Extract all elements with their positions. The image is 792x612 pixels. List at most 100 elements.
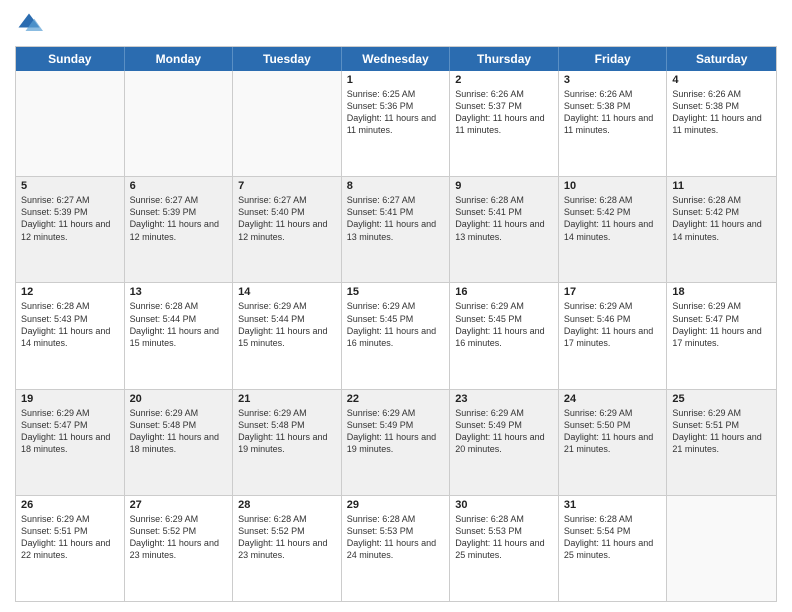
calendar-header-cell: Monday bbox=[125, 47, 234, 71]
cell-day-number: 27 bbox=[130, 499, 228, 511]
cell-info: Sunrise: 6:27 AM Sunset: 5:39 PM Dayligh… bbox=[21, 194, 119, 243]
calendar-cell bbox=[125, 71, 234, 176]
calendar-cell: 15 Sunrise: 6:29 AM Sunset: 5:45 PM Dayli… bbox=[342, 283, 451, 388]
calendar-header-cell: Thursday bbox=[450, 47, 559, 71]
cell-info: Sunrise: 6:29 AM Sunset: 5:48 PM Dayligh… bbox=[130, 407, 228, 456]
cell-day-number: 13 bbox=[130, 286, 228, 298]
cell-day-number: 10 bbox=[564, 180, 662, 192]
cell-day-number: 14 bbox=[238, 286, 336, 298]
cell-info: Sunrise: 6:27 AM Sunset: 5:41 PM Dayligh… bbox=[347, 194, 445, 243]
calendar-cell: 19 Sunrise: 6:29 AM Sunset: 5:47 PM Dayli… bbox=[16, 390, 125, 495]
calendar-cell: 3Sunrise: 6:26 AM Sunset: 5:38 PM Daylig… bbox=[559, 71, 668, 176]
cell-day-number: 28 bbox=[238, 499, 336, 511]
calendar-cell: 17 Sunrise: 6:29 AM Sunset: 5:46 PM Dayli… bbox=[559, 283, 668, 388]
cell-day-number: 25 bbox=[672, 393, 771, 405]
calendar-header-cell: Sunday bbox=[16, 47, 125, 71]
cell-day-number: 4 bbox=[672, 74, 771, 86]
cell-info: Sunrise: 6:28 AM Sunset: 5:52 PM Dayligh… bbox=[238, 513, 336, 562]
cell-info: Sunrise: 6:27 AM Sunset: 5:40 PM Dayligh… bbox=[238, 194, 336, 243]
cell-info: Sunrise: 6:29 AM Sunset: 5:52 PM Dayligh… bbox=[130, 513, 228, 562]
calendar-row: 26 Sunrise: 6:29 AM Sunset: 5:51 PM Dayli… bbox=[16, 495, 776, 601]
cell-info: Sunrise: 6:28 AM Sunset: 5:43 PM Dayligh… bbox=[21, 300, 119, 349]
cell-day-number: 15 bbox=[347, 286, 445, 298]
calendar-cell: 18Sunrise: 6:29 AM Sunset: 5:47 PM Dayli… bbox=[667, 283, 776, 388]
cell-day-number: 6 bbox=[130, 180, 228, 192]
cell-day-number: 31 bbox=[564, 499, 662, 511]
logo-icon bbox=[15, 10, 43, 38]
cell-day-number: 8 bbox=[347, 180, 445, 192]
cell-day-number: 5 bbox=[21, 180, 119, 192]
calendar-cell: 26 Sunrise: 6:29 AM Sunset: 5:51 PM Dayli… bbox=[16, 496, 125, 601]
cell-day-number: 1 bbox=[347, 74, 445, 86]
calendar-row: 12 Sunrise: 6:28 AM Sunset: 5:43 PM Dayli… bbox=[16, 282, 776, 388]
cell-day-number: 17 bbox=[564, 286, 662, 298]
cell-info: Sunrise: 6:26 AM Sunset: 5:37 PM Dayligh… bbox=[455, 88, 553, 137]
cell-info: Sunrise: 6:29 AM Sunset: 5:49 PM Dayligh… bbox=[347, 407, 445, 456]
cell-day-number: 26 bbox=[21, 499, 119, 511]
calendar-cell: 31 Sunrise: 6:28 AM Sunset: 5:54 PM Dayli… bbox=[559, 496, 668, 601]
calendar-cell: 13Sunrise: 6:28 AM Sunset: 5:44 PM Dayli… bbox=[125, 283, 234, 388]
calendar-cell: 24Sunrise: 6:29 AM Sunset: 5:50 PM Dayli… bbox=[559, 390, 668, 495]
calendar-cell: 1 Sunrise: 6:25 AM Sunset: 5:36 PM Daylig… bbox=[342, 71, 451, 176]
calendar-cell: 30 Sunrise: 6:28 AM Sunset: 5:53 PM Dayli… bbox=[450, 496, 559, 601]
cell-info: Sunrise: 6:29 AM Sunset: 5:49 PM Dayligh… bbox=[455, 407, 553, 456]
logo bbox=[15, 10, 47, 38]
cell-day-number: 23 bbox=[455, 393, 553, 405]
cell-info: Sunrise: 6:28 AM Sunset: 5:42 PM Dayligh… bbox=[672, 194, 771, 243]
calendar-cell: 21Sunrise: 6:29 AM Sunset: 5:48 PM Dayli… bbox=[233, 390, 342, 495]
cell-info: Sunrise: 6:28 AM Sunset: 5:53 PM Dayligh… bbox=[455, 513, 553, 562]
cell-day-number: 20 bbox=[130, 393, 228, 405]
cell-info: Sunrise: 6:26 AM Sunset: 5:38 PM Dayligh… bbox=[672, 88, 771, 137]
calendar-cell: 8 Sunrise: 6:27 AM Sunset: 5:41 PM Daylig… bbox=[342, 177, 451, 282]
cell-info: Sunrise: 6:29 AM Sunset: 5:44 PM Dayligh… bbox=[238, 300, 336, 349]
calendar-cell: 9 Sunrise: 6:28 AM Sunset: 5:41 PM Daylig… bbox=[450, 177, 559, 282]
calendar-cell: 29 Sunrise: 6:28 AM Sunset: 5:53 PM Dayli… bbox=[342, 496, 451, 601]
cell-info: Sunrise: 6:28 AM Sunset: 5:41 PM Dayligh… bbox=[455, 194, 553, 243]
cell-info: Sunrise: 6:28 AM Sunset: 5:54 PM Dayligh… bbox=[564, 513, 662, 562]
calendar-cell bbox=[233, 71, 342, 176]
cell-info: Sunrise: 6:29 AM Sunset: 5:46 PM Dayligh… bbox=[564, 300, 662, 349]
calendar-header-cell: Saturday bbox=[667, 47, 776, 71]
calendar-cell: 20 Sunrise: 6:29 AM Sunset: 5:48 PM Dayli… bbox=[125, 390, 234, 495]
cell-day-number: 9 bbox=[455, 180, 553, 192]
cell-day-number: 29 bbox=[347, 499, 445, 511]
calendar-cell: 11Sunrise: 6:28 AM Sunset: 5:42 PM Dayli… bbox=[667, 177, 776, 282]
calendar-body: 1 Sunrise: 6:25 AM Sunset: 5:36 PM Daylig… bbox=[16, 71, 776, 601]
cell-info: Sunrise: 6:27 AM Sunset: 5:39 PM Dayligh… bbox=[130, 194, 228, 243]
cell-day-number: 2 bbox=[455, 74, 553, 86]
cell-info: Sunrise: 6:29 AM Sunset: 5:51 PM Dayligh… bbox=[21, 513, 119, 562]
cell-info: Sunrise: 6:25 AM Sunset: 5:36 PM Dayligh… bbox=[347, 88, 445, 137]
calendar-header: SundayMondayTuesdayWednesdayThursdayFrid… bbox=[16, 47, 776, 71]
calendar-row: 1 Sunrise: 6:25 AM Sunset: 5:36 PM Daylig… bbox=[16, 71, 776, 176]
page: SundayMondayTuesdayWednesdayThursdayFrid… bbox=[0, 0, 792, 612]
calendar-header-cell: Friday bbox=[559, 47, 668, 71]
cell-info: Sunrise: 6:29 AM Sunset: 5:47 PM Dayligh… bbox=[21, 407, 119, 456]
cell-day-number: 30 bbox=[455, 499, 553, 511]
calendar-cell: 22 Sunrise: 6:29 AM Sunset: 5:49 PM Dayli… bbox=[342, 390, 451, 495]
calendar-cell bbox=[667, 496, 776, 601]
calendar-row: 19 Sunrise: 6:29 AM Sunset: 5:47 PM Dayli… bbox=[16, 389, 776, 495]
calendar-cell: 4 Sunrise: 6:26 AM Sunset: 5:38 PM Daylig… bbox=[667, 71, 776, 176]
cell-day-number: 7 bbox=[238, 180, 336, 192]
cell-info: Sunrise: 6:28 AM Sunset: 5:42 PM Dayligh… bbox=[564, 194, 662, 243]
cell-day-number: 3 bbox=[564, 74, 662, 86]
cell-info: Sunrise: 6:29 AM Sunset: 5:45 PM Dayligh… bbox=[455, 300, 553, 349]
calendar-cell: 14 Sunrise: 6:29 AM Sunset: 5:44 PM Dayli… bbox=[233, 283, 342, 388]
calendar-cell: 5 Sunrise: 6:27 AM Sunset: 5:39 PM Daylig… bbox=[16, 177, 125, 282]
cell-day-number: 19 bbox=[21, 393, 119, 405]
cell-day-number: 24 bbox=[564, 393, 662, 405]
cell-info: Sunrise: 6:28 AM Sunset: 5:53 PM Dayligh… bbox=[347, 513, 445, 562]
cell-day-number: 16 bbox=[455, 286, 553, 298]
calendar-header-cell: Wednesday bbox=[342, 47, 451, 71]
cell-info: Sunrise: 6:29 AM Sunset: 5:47 PM Dayligh… bbox=[672, 300, 771, 349]
cell-day-number: 21 bbox=[238, 393, 336, 405]
calendar-cell: 25Sunrise: 6:29 AM Sunset: 5:51 PM Dayli… bbox=[667, 390, 776, 495]
calendar-cell: 10 Sunrise: 6:28 AM Sunset: 5:42 PM Dayli… bbox=[559, 177, 668, 282]
header bbox=[15, 10, 777, 38]
cell-day-number: 22 bbox=[347, 393, 445, 405]
cell-info: Sunrise: 6:29 AM Sunset: 5:45 PM Dayligh… bbox=[347, 300, 445, 349]
cell-day-number: 12 bbox=[21, 286, 119, 298]
calendar-cell bbox=[16, 71, 125, 176]
calendar-cell: 16 Sunrise: 6:29 AM Sunset: 5:45 PM Dayli… bbox=[450, 283, 559, 388]
calendar-cell: 23 Sunrise: 6:29 AM Sunset: 5:49 PM Dayli… bbox=[450, 390, 559, 495]
